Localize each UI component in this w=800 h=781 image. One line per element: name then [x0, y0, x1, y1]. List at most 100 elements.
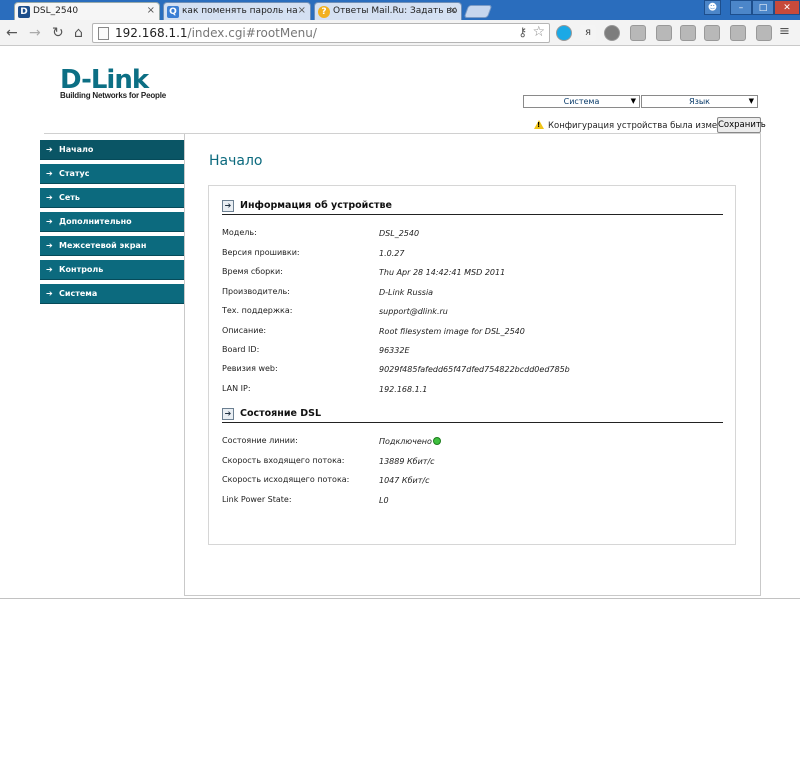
row-label: Состояние линии:	[222, 436, 298, 445]
minimize-icon[interactable]: –	[730, 0, 752, 15]
extension-icon[interactable]	[656, 25, 672, 41]
section-arrow-icon: ➔	[222, 408, 234, 420]
row-value: 96332E	[379, 346, 410, 355]
row-label: Скорость входящего потока:	[222, 456, 345, 465]
menu-item-start[interactable]: ➔ Начало	[40, 140, 184, 160]
window-bottom-divider	[0, 598, 800, 599]
page-icon	[98, 27, 109, 40]
save-button[interactable]: Сохранить	[717, 117, 766, 133]
row-label: Board ID:	[222, 345, 260, 354]
reload-icon[interactable]: ↻	[52, 25, 64, 41]
row-value: Подключено	[379, 437, 432, 446]
forward-arrow-icon[interactable]: →	[29, 25, 41, 41]
page-title: Начало	[209, 153, 263, 169]
language-dropdown[interactable]: Язык ▼	[641, 95, 758, 108]
row-value: DSL_2540	[379, 229, 420, 238]
row-label: Ревизия web:	[222, 364, 278, 373]
main-menu: ➔ Начало ➔ Статус ➔ Сеть ➔ Дополнительно ➔ Ме…	[40, 140, 184, 308]
tab-search-password[interactable]: Q как поменять пароль на ×	[163, 2, 311, 20]
section-device-info-title: ➔ Информация об устройстве	[222, 200, 392, 212]
window-close-icon[interactable]: ✕	[774, 0, 800, 15]
maximize-icon[interactable]: □	[752, 0, 774, 15]
section-divider	[222, 214, 723, 215]
line-status-value: Подключено	[379, 437, 441, 446]
menu-item-label: Межсетевой экран	[59, 241, 147, 250]
row-value: 1.0.27	[379, 249, 405, 258]
extension-icon[interactable]	[604, 25, 620, 41]
arrow-right-icon: ➔	[46, 241, 53, 250]
row-value: Thu Apr 28 14:42:41 MSD 2011	[379, 268, 506, 277]
menu-icon[interactable]: ≡	[779, 25, 795, 41]
arrow-right-icon: ➔	[46, 169, 53, 178]
section-title-text: Состояние DSL	[240, 408, 322, 419]
menu-item-firewall[interactable]: ➔ Межсетевой экран	[40, 236, 184, 256]
row-label: Время сборки:	[222, 267, 283, 276]
row-value: 1047 Кбит/с	[379, 476, 430, 485]
menu-item-label: Система	[59, 289, 98, 298]
extension-icon[interactable]	[630, 25, 646, 41]
chevron-down-icon: ▼	[748, 97, 754, 105]
user-profile-icon[interactable]: ☻	[704, 0, 721, 15]
row-value: 192.168.1.1	[379, 385, 428, 394]
tab-dsl-2540[interactable]: D DSL_2540 ×	[14, 2, 160, 20]
row-label: Скорость исходящего потока:	[222, 475, 350, 484]
extension-icon[interactable]	[680, 25, 696, 41]
language-dropdown-label: Язык	[689, 97, 710, 106]
menu-item-status[interactable]: ➔ Статус	[40, 164, 184, 184]
close-icon[interactable]: ×	[449, 5, 457, 16]
extension-icon[interactable]	[730, 25, 746, 41]
menu-item-control[interactable]: ➔ Контроль	[40, 260, 184, 280]
menu-item-label: Контроль	[59, 265, 104, 274]
system-dropdown-label: Система	[563, 97, 600, 106]
address-bar[interactable]: 192.168.1.1/index.cgi#rootMenu/ ⚷ ☆	[92, 23, 550, 43]
arrow-right-icon: ➔	[46, 193, 53, 202]
close-icon[interactable]: ×	[147, 5, 155, 16]
arrow-right-icon: ➔	[46, 289, 53, 298]
menu-item-network[interactable]: ➔ Сеть	[40, 188, 184, 208]
menu-item-label: Сеть	[59, 193, 80, 202]
home-icon[interactable]: ⌂	[74, 25, 83, 41]
extension-icon[interactable]	[704, 25, 720, 41]
system-dropdown[interactable]: Система ▼	[523, 95, 640, 108]
dlink-tagline: Building Networks for People	[60, 91, 166, 100]
warning-icon: !	[534, 120, 544, 129]
config-changed-notice: Конфигурация устройства была изменена	[548, 121, 739, 131]
new-tab-button[interactable]	[463, 5, 493, 18]
key-icon[interactable]: ⚷	[518, 25, 527, 39]
search-favicon-icon: Q	[167, 6, 179, 18]
tab-mail-answers[interactable]: ? Ответы Mail.Ru: Задать во ×	[314, 2, 462, 20]
arrow-right-icon: ➔	[46, 265, 53, 274]
close-icon[interactable]: ×	[298, 5, 306, 16]
arrow-right-icon: ➔	[46, 145, 53, 154]
extension-icon[interactable]	[756, 25, 772, 41]
menu-item-advanced[interactable]: ➔ Дополнительно	[40, 212, 184, 232]
menu-item-label: Начало	[59, 145, 94, 154]
section-dsl-status-title: ➔ Состояние DSL	[222, 408, 322, 420]
tab-label: как поменять пароль на	[182, 6, 298, 16]
menu-item-system[interactable]: ➔ Система	[40, 284, 184, 304]
section-title-text: Информация об устройстве	[240, 200, 392, 211]
section-divider	[222, 422, 723, 423]
tab-label: Ответы Mail.Ru: Задать во	[333, 6, 458, 16]
url-host: 192.168.1.1	[115, 26, 188, 40]
row-value: 9029f485fafedd65f47dfed754822bcdd0ed785b	[379, 365, 570, 374]
row-label: Производитель:	[222, 287, 290, 296]
row-label: Модель:	[222, 228, 257, 237]
row-value: 13889 Кбит/с	[379, 457, 435, 466]
back-arrow-icon[interactable]: ←	[6, 25, 18, 41]
menu-item-label: Дополнительно	[59, 217, 132, 226]
dlink-logo: D-Link	[60, 65, 149, 95]
yandex-icon[interactable]: я	[580, 25, 596, 41]
skype-icon[interactable]	[556, 25, 572, 41]
dlink-favicon-icon: D	[18, 6, 30, 18]
section-arrow-icon: ➔	[222, 200, 234, 212]
arrow-right-icon: ➔	[46, 217, 53, 226]
url-path: /index.cgi#rootMenu/	[187, 26, 317, 40]
chevron-down-icon: ▼	[630, 97, 636, 105]
row-value: Root filesystem image for DSL_2540	[379, 327, 525, 336]
row-label: Тех. поддержка:	[222, 306, 293, 315]
bookmark-star-icon[interactable]: ☆	[532, 24, 545, 40]
row-value: L0	[379, 496, 389, 505]
browser-tab-strip: D DSL_2540 × Q как поменять пароль на × …	[0, 0, 800, 20]
tab-label: DSL_2540	[33, 6, 79, 16]
